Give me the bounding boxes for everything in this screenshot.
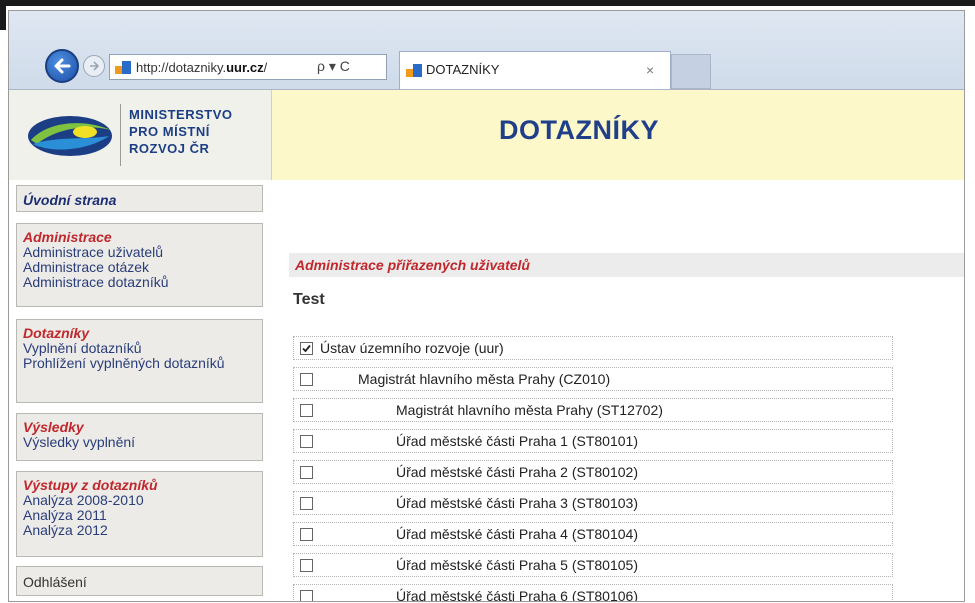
tab-dotazniky[interactable]: DOTAZNÍKY × [399,51,671,89]
list-item-label: Úřad městské části Praha 2 (ST80102) [396,464,638,480]
outputs-heading[interactable]: Výstupy z dotazníků [23,477,256,493]
admin-heading[interactable]: Administrace [23,229,256,245]
site-favicon-icon [115,61,131,74]
assign-checkbox[interactable] [300,342,313,355]
sidebar-item-home[interactable]: Úvodní strana [16,185,263,212]
browser-window: http://dotazniky.uur.cz/ ρ ▾ C DOTAZNÍKY… [8,10,965,602]
analysis-2012-link[interactable]: Analýza 2012 [23,523,256,538]
tab-close-icon[interactable]: × [646,62,654,78]
address-bar[interactable]: http://dotazniky.uur.cz/ ρ ▾ C [109,54,387,80]
page-title: DOTAZNÍKY [499,115,659,145]
logout-link[interactable]: Odhlášení [23,573,256,591]
assign-checkbox[interactable] [300,497,313,510]
assign-checkbox[interactable] [300,590,313,601]
tab-favicon-icon [406,64,422,77]
questionnaire-name: Test [293,291,325,308]
list-item: Magistrát hlavního města Prahy (ST12702) [293,398,893,422]
list-item-label: Magistrát hlavního města Prahy (ST12702) [396,402,663,418]
browser-toolbar: http://dotazniky.uur.cz/ ρ ▾ C DOTAZNÍKY… [9,11,964,90]
address-tools[interactable]: ρ ▾ C [317,58,350,75]
forward-arrow-icon [90,61,100,71]
logo-divider [120,104,121,166]
admin-questions-link[interactable]: Administrace otázek [23,260,256,275]
new-tab-button[interactable] [671,54,711,89]
sidebar-group-outputs: Výstupy z dotazníků Analýza 2008-2010 An… [16,471,263,557]
list-item-label: Úřad městské části Praha 4 (ST80104) [396,526,638,542]
assign-checkbox[interactable] [300,435,313,448]
list-item-label: Úřad městské části Praha 3 (ST80103) [396,495,638,511]
ministry-logo-icon [28,116,112,156]
list-item: Úřad městské části Praha 4 (ST80104) [293,522,893,546]
list-item: Úřad městské části Praha 6 (ST80106) [293,584,893,602]
list-item: Úřad městské části Praha 3 (ST80103) [293,491,893,515]
list-item: Úřad městské části Praha 2 (ST80102) [293,460,893,484]
assign-checkbox[interactable] [300,404,313,417]
sidebar-group-results: Výsledky Výsledky vyplnění [16,413,263,461]
sidebar-item-logout[interactable]: Odhlášení [16,566,263,596]
list-item-label: Ústav územního rozvoje (uur) [320,340,504,356]
results-heading[interactable]: Výsledky [23,419,256,435]
analysis-2011-link[interactable]: Analýza 2011 [23,508,256,523]
analysis-2008-2010-link[interactable]: Analýza 2008-2010 [23,493,256,508]
list-item: Úřad městské části Praha 5 (ST80105) [293,553,893,577]
list-item-label: Úřad městské části Praha 5 (ST80105) [396,557,638,573]
checkmark-icon [302,344,311,353]
tab-title: DOTAZNÍKY [426,62,500,77]
sidebar-nav: Úvodní strana Administrace Administrace … [9,180,271,601]
sidebar-group-admin: Administrace Administrace uživatelů Admi… [16,223,263,307]
assign-checkbox[interactable] [300,528,313,541]
sidebar-group-questionnaires: Dotazníky Vyplnění dotazníků Prohlížení … [16,319,263,403]
main-content: Administrace přiřazených uživatelů Test … [271,180,964,601]
list-item: Ústav územního rozvoje (uur) [293,336,893,360]
forward-button[interactable] [83,55,105,77]
view-filled-questionnaires-link[interactable]: Prohlížení vyplněných dotazníků [23,356,256,371]
section-title: Administrace přiřazených uživatelů [295,257,530,273]
list-item-label: Magistrát hlavního města Prahy (CZ010) [358,371,611,387]
list-item: Magistrát hlavního města Prahy (CZ010) [293,367,893,391]
assign-checkbox[interactable] [300,466,313,479]
assign-checkbox[interactable] [300,559,313,572]
left-border [0,0,6,30]
back-arrow-icon [54,58,71,74]
results-fill-link[interactable]: Výsledky vyplnění [23,435,256,450]
ministry-logo-text: MINISTERSTVO PRO MÍSTNÍ ROZVOJ ČR [129,107,233,156]
admin-questionnaires-link[interactable]: Administrace dotazníků [23,275,256,290]
list-item-label: Úřad městské části Praha 1 (ST80101) [396,433,638,449]
admin-users-link[interactable]: Administrace uživatelů [23,245,256,260]
assign-checkbox[interactable] [300,373,313,386]
back-button[interactable] [45,49,79,83]
screenshot-frame: http://dotazniky.uur.cz/ ρ ▾ C DOTAZNÍKY… [0,0,975,603]
section-header: Administrace přiřazených uživatelů [289,253,964,277]
fill-questionnaires-link[interactable]: Vyplnění dotazníků [23,341,256,356]
top-border [0,0,975,6]
home-link[interactable]: Úvodní strana [23,192,256,208]
questionnaires-heading[interactable]: Dotazníky [23,325,256,341]
list-item-label: Úřad městské části Praha 6 (ST80106) [396,588,638,602]
page-header: MINISTERSTVO PRO MÍSTNÍ ROZVOJ ČR DOTAZN… [9,90,964,180]
ministry-logo[interactable]: MINISTERSTVO PRO MÍSTNÍ ROZVOJ ČR [9,90,272,180]
list-item: Úřad městské části Praha 1 (ST80101) [293,429,893,453]
address-url: http://dotazniky.uur.cz/ [136,60,268,75]
